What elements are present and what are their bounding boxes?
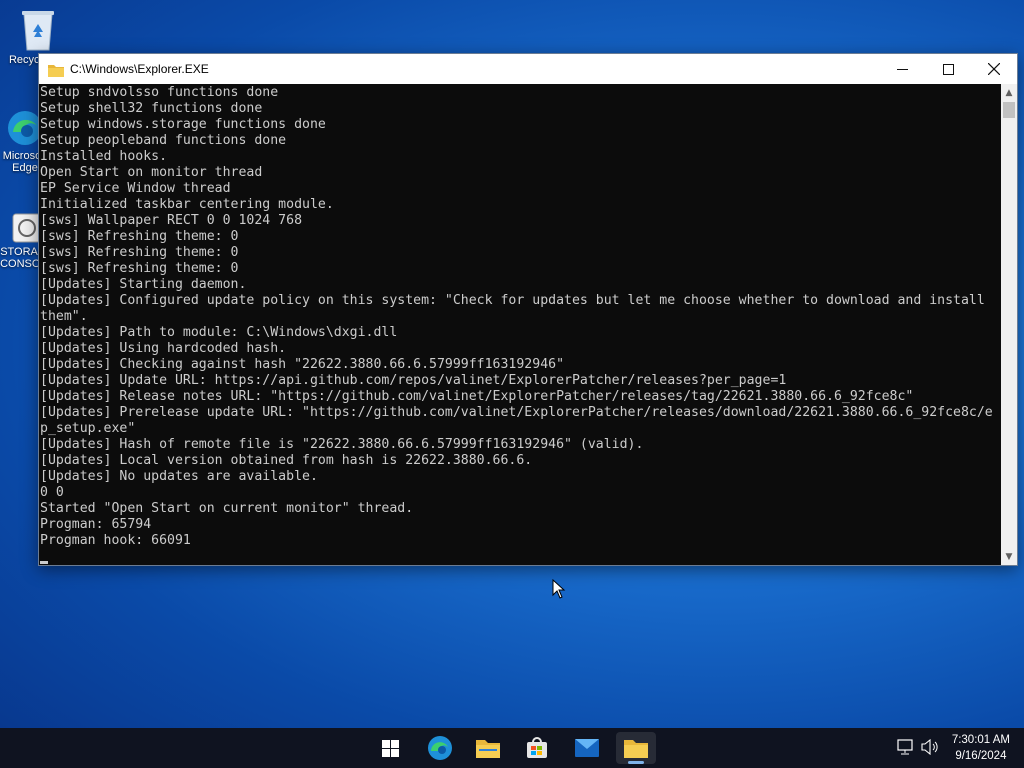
mail-icon [575, 739, 599, 757]
close-button[interactable] [971, 54, 1017, 84]
mouse-pointer-icon [552, 578, 566, 603]
edge-icon [428, 736, 452, 760]
maximize-icon [942, 63, 954, 75]
scroll-down-icon[interactable]: ▼ [1001, 548, 1017, 565]
start-button[interactable] [370, 732, 410, 764]
windows-logo-icon [381, 739, 399, 757]
recycle-bin-icon [18, 6, 58, 52]
taskbar-explorer-console-button[interactable] [616, 732, 656, 764]
scroll-up-icon[interactable]: ▲ [1001, 84, 1017, 101]
clock-time: 7:30:01 AM [951, 734, 1010, 746]
taskbar-store-button[interactable] [517, 732, 557, 764]
clock-date: 9/16/2024 [955, 750, 1007, 762]
vertical-scrollbar[interactable]: ▲ ▼ [1001, 84, 1017, 565]
taskbar-clock[interactable]: 7:30:01 AM 9/16/2024 [952, 732, 1010, 764]
maximize-button[interactable] [925, 54, 971, 84]
taskbar: 7:30:01 AM 9/16/2024 [0, 728, 1024, 768]
close-icon [988, 63, 1000, 75]
scroll-thumb[interactable] [1003, 102, 1015, 118]
text-cursor [40, 561, 48, 564]
folder-icon [476, 740, 500, 758]
console-window[interactable]: C:\Windows\Explorer.EXE Setup sndvolsso … [38, 53, 1018, 566]
volume-icon[interactable] [921, 738, 939, 759]
console-output[interactable]: Setup sndvolsso functions done Setup she… [39, 84, 1001, 565]
folder-icon [48, 62, 64, 77]
taskbar-mail-button[interactable] [567, 732, 607, 764]
console-text: Setup sndvolsso functions done Setup she… [40, 85, 993, 548]
network-icon[interactable] [897, 739, 915, 759]
taskbar-file-explorer-button[interactable] [468, 732, 508, 764]
window-title: C:\Windows\Explorer.EXE [70, 62, 209, 76]
active-app-indicator [628, 761, 644, 764]
taskbar-edge-button[interactable] [420, 732, 460, 764]
minimize-button[interactable] [879, 54, 925, 84]
window-titlebar[interactable]: C:\Windows\Explorer.EXE [39, 54, 1017, 84]
store-icon [527, 737, 547, 758]
minimize-icon [896, 68, 908, 70]
folder-icon [624, 740, 648, 758]
